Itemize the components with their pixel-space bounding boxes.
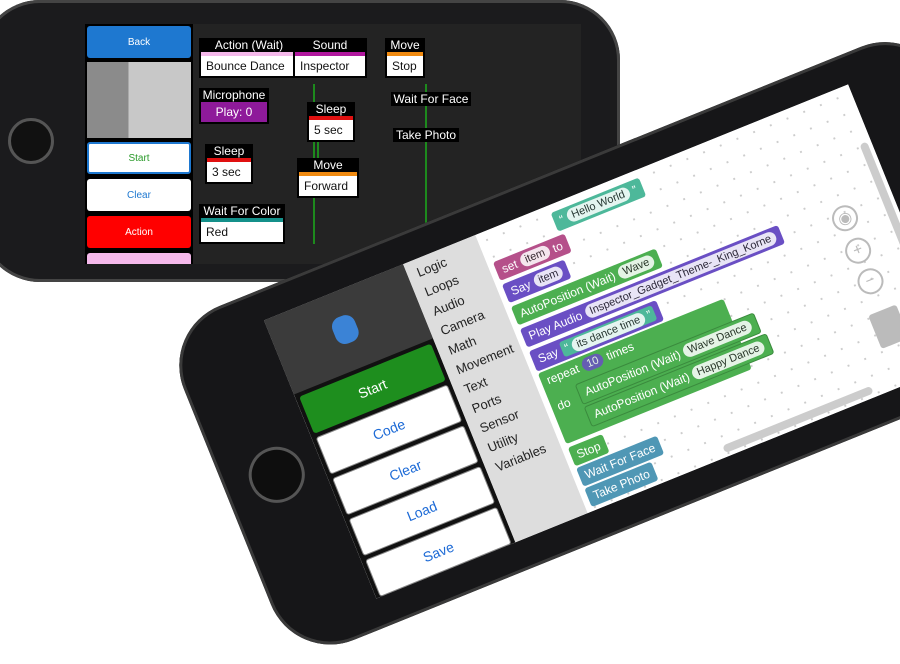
trash-icon[interactable] [868, 304, 900, 350]
home-button[interactable] [8, 118, 54, 164]
action-button[interactable]: Action [87, 216, 191, 248]
horizontal-scrollbar[interactable] [722, 385, 874, 454]
start-button[interactable]: Start [87, 142, 191, 174]
block-action-wait[interactable]: Action (Wait) Bounce Dance [199, 38, 299, 78]
block-move-stop[interactable]: Move Stop [385, 38, 425, 78]
block-sound[interactable]: Sound Inspector [293, 38, 367, 78]
back-button[interactable]: Back [87, 26, 191, 58]
recenter-icon[interactable]: ◉ [828, 201, 862, 236]
block-move-forward[interactable]: Move Forward [297, 158, 359, 198]
block-hello-text[interactable]: “Hello World” [550, 177, 646, 232]
vertical-scrollbar[interactable] [859, 141, 900, 256]
more-button[interactable] [87, 253, 191, 264]
block-take-photo[interactable]: Take Photo [393, 128, 459, 142]
sidebar: Back Start Clear Action [85, 24, 193, 264]
zoom-out-icon[interactable]: − [853, 264, 888, 299]
block-microphone[interactable]: Microphone Play: 0 [199, 88, 269, 124]
block-sleep[interactable]: Sleep 3 sec [205, 144, 253, 184]
camera-preview [87, 62, 191, 138]
zoom-in-icon[interactable]: + [841, 233, 876, 268]
robot-icon [328, 312, 362, 348]
block-wait-for-face[interactable]: Wait For Face [391, 92, 471, 106]
block-sleep-5[interactable]: Sleep 5 sec [307, 102, 355, 142]
clear-button[interactable]: Clear [87, 179, 191, 211]
block-wait-for-color[interactable]: Wait For Color Red [199, 204, 285, 244]
home-button[interactable] [240, 438, 314, 512]
